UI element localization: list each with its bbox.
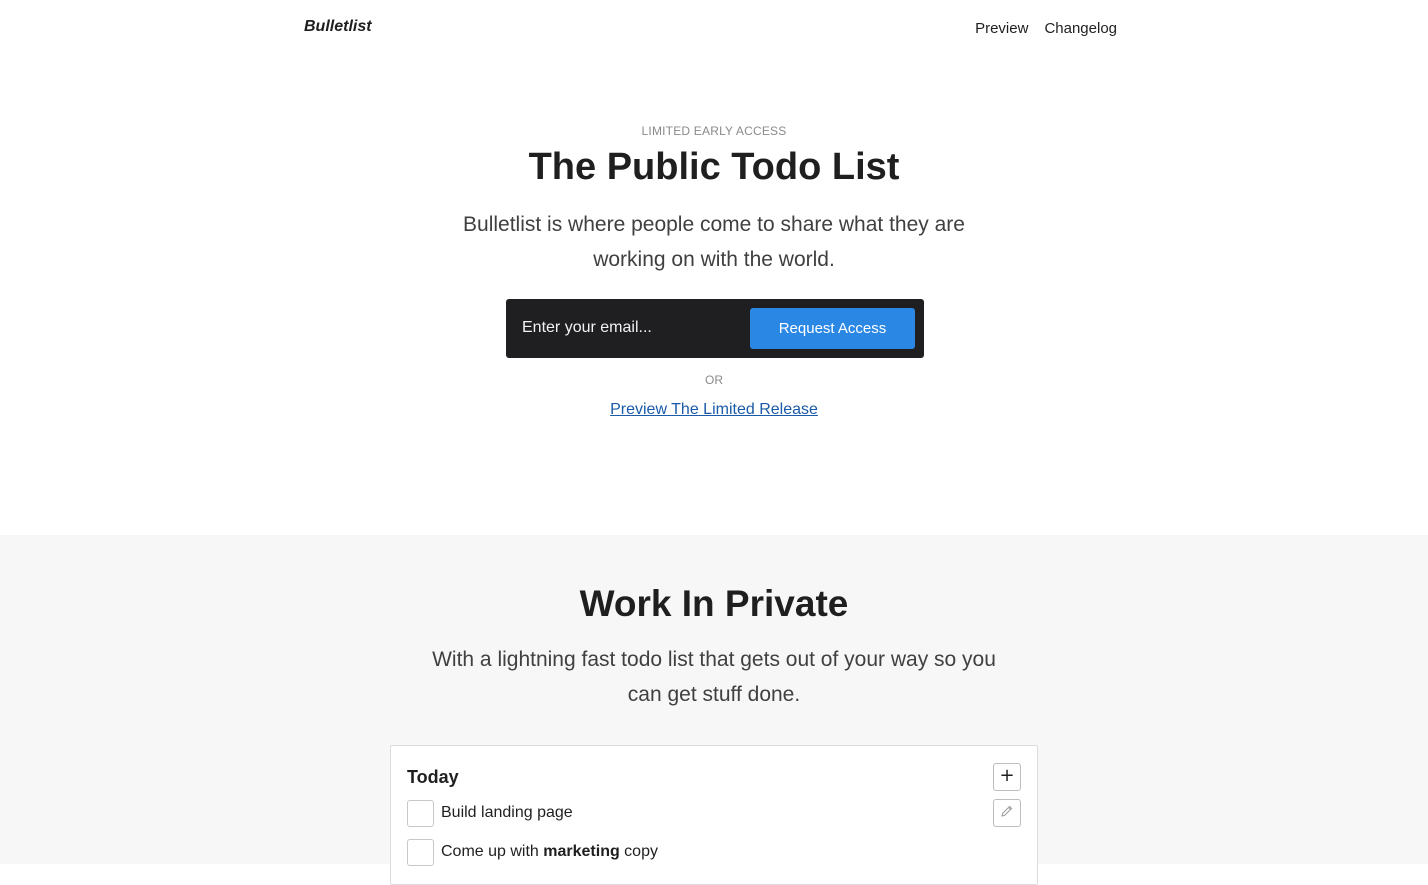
or-divider: OR (705, 373, 723, 387)
todo-item: Build landing page (407, 799, 573, 827)
email-input[interactable] (522, 313, 742, 343)
edit-todo-button[interactable] (993, 799, 1021, 827)
work-in-private-section: Work In Private With a lightning fast to… (0, 535, 1428, 885)
preview-release-link[interactable]: Preview The Limited Release (610, 401, 818, 418)
section-subtitle: With a lightning fast todo list that get… (432, 648, 996, 706)
todo-card-title: Today (407, 767, 459, 787)
plus-icon: + (999, 765, 1015, 786)
todo-card: Today + Build landing page Come up with … (390, 745, 1038, 885)
hero-subtitle: Bulletlist is where people come to share… (463, 213, 965, 271)
todo-text: Come up with marketing copy (441, 843, 658, 860)
todo-checkbox[interactable] (407, 838, 434, 866)
signup-form: Request Access (506, 299, 924, 358)
todo-text: Build landing page (441, 804, 573, 821)
section-title: Work In Private (579, 583, 849, 624)
preview-link-wrapper: Preview The Limited Release (0, 401, 1428, 419)
pencil-icon (1000, 804, 1014, 823)
hero-title: The Public Todo List (528, 146, 900, 188)
hero-section: LIMITED EARLY ACCESS The Public Todo Lis… (0, 0, 1428, 535)
todo-item: Come up with marketing copy (407, 838, 658, 866)
hero-eyebrow: LIMITED EARLY ACCESS (641, 124, 787, 138)
request-access-button[interactable]: Request Access (750, 308, 915, 349)
add-todo-button[interactable]: + (993, 763, 1021, 791)
todo-checkbox[interactable] (407, 799, 434, 827)
